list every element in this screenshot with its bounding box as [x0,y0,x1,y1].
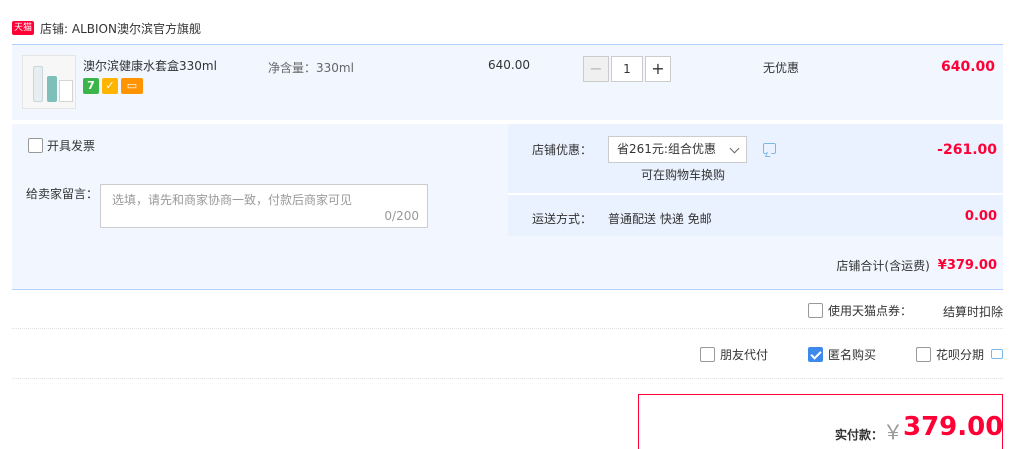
anonymous-label: 匿名购买 [828,348,877,362]
quantity-input[interactable]: 1 [611,56,643,82]
service-badges: 7 ✓ ▭ [83,78,143,94]
huabei-checkbox[interactable] [916,347,931,362]
promo-amount: -261.00 [937,142,997,158]
decrease-quantity-button[interactable]: − [583,56,609,82]
shop-total: 店铺合计(含运费) ¥379.00 [836,257,997,274]
invoice-checkbox-group[interactable]: 开具发票 [28,137,95,154]
message-label: 给卖家留言： [26,187,99,201]
anonymous-checkbox[interactable] [808,347,823,362]
order-item-row: 澳尔滨健康水套盒330ml 7 ✓ ▭ 净含量：330ml 640.00 − 1… [12,44,1003,120]
increase-quantity-button[interactable]: + [645,56,671,82]
shipping-amount: 0.00 [964,209,997,224]
friend-pay-checkbox[interactable] [700,347,715,362]
item-subtotal: 640.00 [940,59,995,75]
currency-symbol: ￥ [883,420,903,444]
shipping-label: 运送方式： [532,212,593,226]
product-bottle-image [33,66,43,102]
invoice-label: 开具发票 [47,139,96,153]
shop-total-label: 店铺合计(含运费) [836,259,930,273]
shop-name-link[interactable]: 店铺: ALBION澳尔滨官方旗舰 [40,20,201,37]
unit-price: 640.00 [488,58,530,72]
coupon-label: 使用天猫点券： [828,304,913,318]
friend-pay-checkbox-group[interactable]: 朋友代付 [700,346,768,363]
shipping-method: 普通配送 快递 免邮 [608,212,712,226]
message-placeholder: 选填，请先和商家协商一致，付款后商家可见 [112,193,353,207]
comment-icon[interactable] [763,143,776,154]
verified-icon[interactable]: ✓ [102,78,118,94]
product-title-link[interactable]: 澳尔滨健康水套盒330ml [83,57,217,74]
shop-promo-label: 店铺优惠： [532,143,593,157]
divider [12,328,1003,329]
product-spec: 净含量：330ml [268,61,354,75]
chevron-down-icon [729,143,740,154]
coupon-note: 结算时扣除 [943,305,1004,319]
coupon-checkbox-group[interactable]: 使用天猫点券： [808,302,912,319]
payment-amount: 379.00 [903,412,1004,442]
invoice-checkbox[interactable] [28,138,43,153]
divider [508,193,1003,195]
shop-total-amount: ¥379.00 [937,258,997,273]
item-discount: 无优惠 [763,61,800,75]
promo-selected-value: 省261元:组合优惠 [617,142,716,156]
message-char-count: 0/200 [384,209,419,223]
product-box-image [59,80,73,102]
product-bottle-image [47,76,57,102]
comment-icon[interactable] [991,349,1003,359]
divider [12,378,1003,379]
anonymous-checkbox-group[interactable]: 匿名购买 [808,346,876,363]
payment-label: 实付款： [835,428,884,442]
shop-promo-select[interactable]: 省261元:组合优惠 [608,136,747,163]
card-icon[interactable]: ▭ [121,78,143,94]
seller-message-input[interactable]: 选填，请先和商家协商一致，付款后商家可见 0/200 [100,184,428,228]
seven-day-return-icon[interactable]: 7 [83,78,99,94]
tmall-badge: 天猫 [12,21,35,35]
shop-header: 天猫 店铺: ALBION澳尔滨官方旗舰 [12,14,201,42]
friend-pay-label: 朋友代付 [720,348,769,362]
quantity-stepper: − 1 + [583,56,671,82]
product-thumbnail[interactable] [22,55,76,109]
promo-shipping-section: 店铺优惠： 省261元:组合优惠 可在购物车换购 -261.00 运送方式： 普… [508,124,1003,236]
order-options-panel: 开具发票 给卖家留言： 选填，请先和商家协商一致，付款后商家可见 0/200 店… [12,124,1003,290]
huabei-label: 花呗分期 [936,348,985,362]
payment-summary: 实付款： ￥ 379.00 [638,394,1003,449]
huabei-checkbox-group[interactable]: 花呗分期 [916,346,984,363]
coupon-checkbox[interactable] [808,303,823,318]
invoice-message-section: 开具发票 给卖家留言： 选填，请先和商家协商一致，付款后商家可见 0/200 [12,124,505,236]
promo-note: 可在购物车换购 [641,168,726,182]
